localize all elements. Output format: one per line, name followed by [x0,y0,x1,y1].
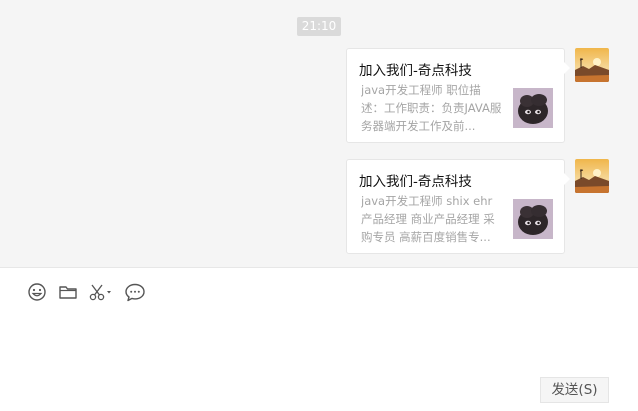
avatar[interactable] [575,159,609,193]
chat-bubble-icon[interactable] [124,281,146,303]
folder-icon[interactable] [57,281,79,303]
card-title: 加入我们-奇点科技 [359,174,472,190]
sunset-landscape-avatar [575,48,609,82]
input-toolbar [0,269,638,313]
emoji-icon[interactable] [27,281,47,303]
card-thumbnail [513,88,553,128]
dark-fluffy-creature-thumbnail [513,199,553,239]
sunset-landscape-avatar [575,159,609,193]
link-card-message[interactable]: 加入我们-奇点科技 java开发工程师 职位描述：工作职责：负责JAVA服务器端… [346,48,570,143]
chat-window: 21:10 加入我们-奇点科技 java开发工程师 职位描述：工作职责：负责JA… [0,0,638,411]
card-thumbnail [513,199,553,239]
send-button[interactable]: 发送(S) [540,377,609,403]
scissors-icon[interactable] [88,281,114,303]
avatar[interactable] [575,48,609,82]
message-input[interactable] [0,313,638,375]
dark-fluffy-creature-thumbnail [513,88,553,128]
timestamp: 21:10 [297,17,341,36]
message-list[interactable]: 21:10 加入我们-奇点科技 java开发工程师 职位描述：工作职责：负责JA… [0,0,638,268]
card-title: 加入我们-奇点科技 [359,63,472,79]
card-description: java开发工程师 shix ehr 产品经理 商业产品经理 采购专员 高薪百度… [361,194,495,244]
card-description: java开发工程师 职位描述：工作职责：负责JAVA服务器端开发工作及前... [361,83,502,133]
link-card-message[interactable]: 加入我们-奇点科技 java开发工程师 shix ehr 产品经理 商业产品经理… [346,159,570,254]
